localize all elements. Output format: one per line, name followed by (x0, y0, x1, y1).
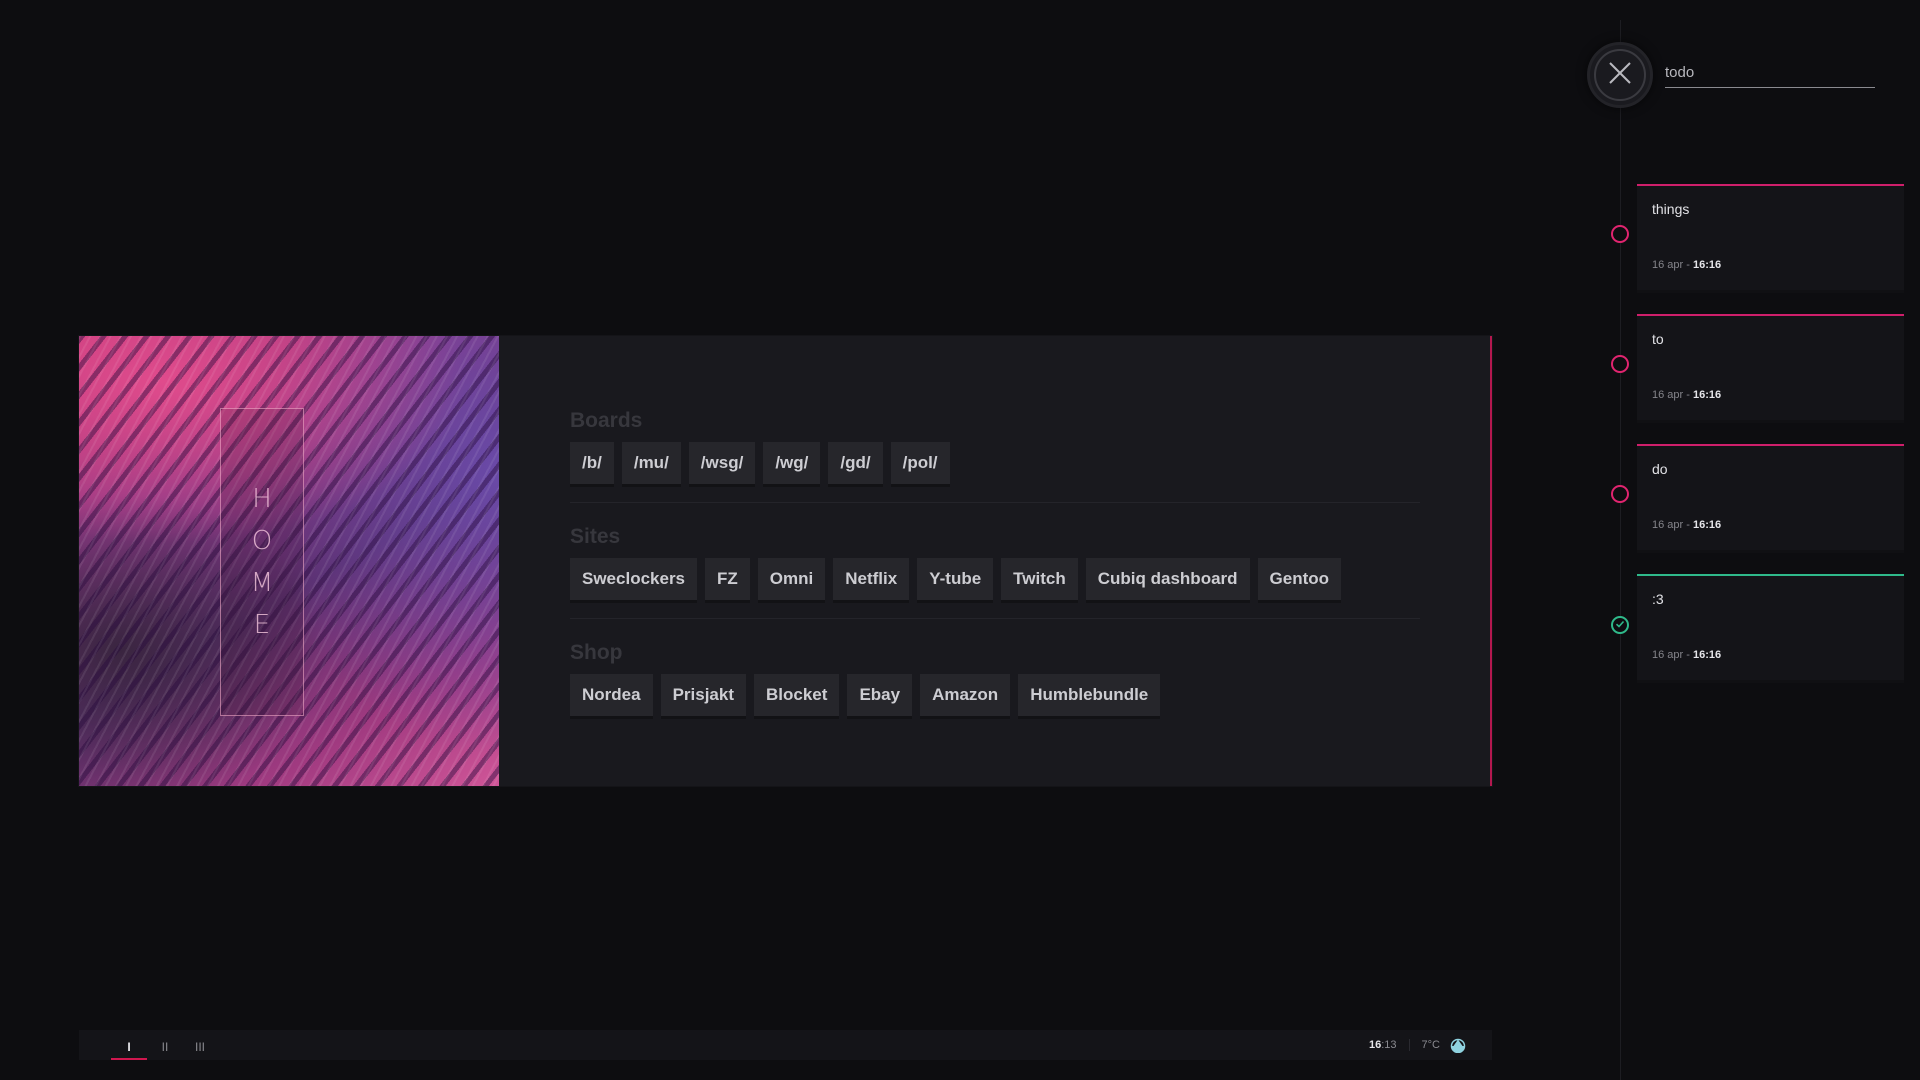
todo-marker[interactable] (1611, 485, 1629, 503)
banner-letter: O (251, 526, 273, 556)
section-title: Boards (570, 409, 643, 432)
tab-3[interactable]: III (182, 1030, 218, 1060)
section-sites: Sites Sweclockers FZ Omni Netflix Y-tube… (570, 502, 1420, 600)
link-wsg[interactable]: /wsg/ (688, 442, 756, 484)
link-sweclockers[interactable]: Sweclockers (570, 558, 698, 600)
link-gd[interactable]: /gd/ (828, 442, 883, 484)
todo-time: 16:16 (1692, 519, 1722, 531)
todo-marker[interactable] (1611, 225, 1629, 243)
link-list: Nordea Prisjakt Blocket Ebay Amazon Humb… (570, 674, 1420, 716)
todo-marker-done[interactable] (1611, 616, 1629, 634)
todo-timeline-line (1620, 20, 1621, 1080)
link-b[interactable]: /b/ (570, 442, 614, 484)
link-prisjakt[interactable]: Prisjakt (660, 674, 747, 716)
todo-text: to (1652, 331, 1664, 347)
temperature: 7°C (1408, 1039, 1450, 1051)
todo-item[interactable]: do 16 apr - 16:16 (1637, 444, 1904, 550)
todo-date: 16 apr - (1652, 259, 1693, 271)
links-area: Boards /b/ /mu/ /wsg/ /wg/ /gd/ /pol/ Si… (499, 336, 1490, 786)
link-gentoo[interactable]: Gentoo (1257, 558, 1342, 600)
link-twitch[interactable]: Twitch (1001, 558, 1078, 600)
todo-date: 16 apr - (1652, 649, 1693, 661)
todo-text: do (1652, 461, 1668, 477)
section-title: Shop (570, 641, 623, 664)
clock-hour: 16 (1368, 1039, 1382, 1051)
tab-1[interactable]: I (111, 1030, 147, 1060)
link-fz[interactable]: FZ (705, 558, 750, 600)
todo-marker[interactable] (1611, 355, 1629, 373)
todo-text: things (1652, 201, 1690, 217)
link-amazon[interactable]: Amazon (920, 674, 1011, 716)
section-boards: Boards /b/ /mu/ /wsg/ /wg/ /gd/ /pol/ (570, 408, 1420, 484)
home-banner-image: H O M E (79, 336, 499, 786)
link-wg[interactable]: /wg/ (763, 442, 821, 484)
link-cubiq-dashboard[interactable]: Cubiq dashboard (1085, 558, 1250, 600)
link-ebay[interactable]: Ebay (847, 674, 913, 716)
close-button-ring (1594, 49, 1646, 101)
link-blocket[interactable]: Blocket (754, 674, 840, 716)
todo-timestamp: 16 apr - 16:16 (1652, 519, 1721, 531)
link-list: /b/ /mu/ /wsg/ /wg/ /gd/ /pol/ (570, 442, 1420, 484)
todo-input[interactable] (1665, 58, 1875, 88)
link-y-tube[interactable]: Y-tube (917, 558, 994, 600)
banner-letter: M (250, 568, 274, 598)
todo-timestamp: 16 apr - 16:16 (1652, 389, 1721, 401)
banner-letter: E (253, 610, 271, 640)
tab-2[interactable]: II (147, 1030, 183, 1060)
todo-date: 16 apr - (1652, 389, 1693, 401)
todo-date: 16 apr - (1652, 519, 1693, 531)
section-title: Sites (570, 525, 621, 548)
todo-timestamp: 16 apr - 16:16 (1652, 649, 1721, 661)
todo-item[interactable]: to 16 apr - 16:16 (1637, 314, 1904, 420)
link-mu[interactable]: /mu/ (621, 442, 681, 484)
todo-time: 16:16 (1692, 649, 1722, 661)
clock-minute: :13 (1381, 1039, 1397, 1051)
check-icon (1615, 616, 1625, 634)
link-pol[interactable]: /pol/ (890, 442, 950, 484)
section-shop: Shop Nordea Prisjakt Blocket Ebay Amazon… (570, 618, 1420, 716)
todo-item[interactable]: :3 16 apr - 16:16 (1637, 574, 1904, 680)
todo-text: :3 (1652, 591, 1664, 607)
status-bar: I II III 16:13 7°C (79, 1030, 1492, 1060)
todo-timestamp: 16 apr - 16:16 (1652, 259, 1721, 271)
close-icon (1607, 60, 1633, 91)
banner-letter: H (252, 484, 272, 514)
status-right: 16:13 7°C (1369, 1030, 1466, 1060)
todo-item[interactable]: things 16 apr - 16:16 (1637, 184, 1904, 290)
link-nordea[interactable]: Nordea (570, 674, 653, 716)
link-list: Sweclockers FZ Omni Netflix Y-tube Twitc… (570, 558, 1420, 600)
home-banner-frame: H O M E (220, 408, 304, 716)
todo-time: 16:16 (1692, 259, 1722, 271)
close-button[interactable] (1587, 42, 1653, 108)
clock: 16:13 (1369, 1039, 1409, 1051)
water-drop-icon (1450, 1037, 1466, 1054)
link-omni[interactable]: Omni (757, 558, 826, 600)
link-humblebundle[interactable]: Humblebundle (1018, 674, 1161, 716)
home-card: H O M E Boards /b/ /mu/ /wsg/ /wg/ /gd/ … (79, 336, 1492, 786)
todo-time: 16:16 (1692, 389, 1722, 401)
link-netflix[interactable]: Netflix (833, 558, 910, 600)
